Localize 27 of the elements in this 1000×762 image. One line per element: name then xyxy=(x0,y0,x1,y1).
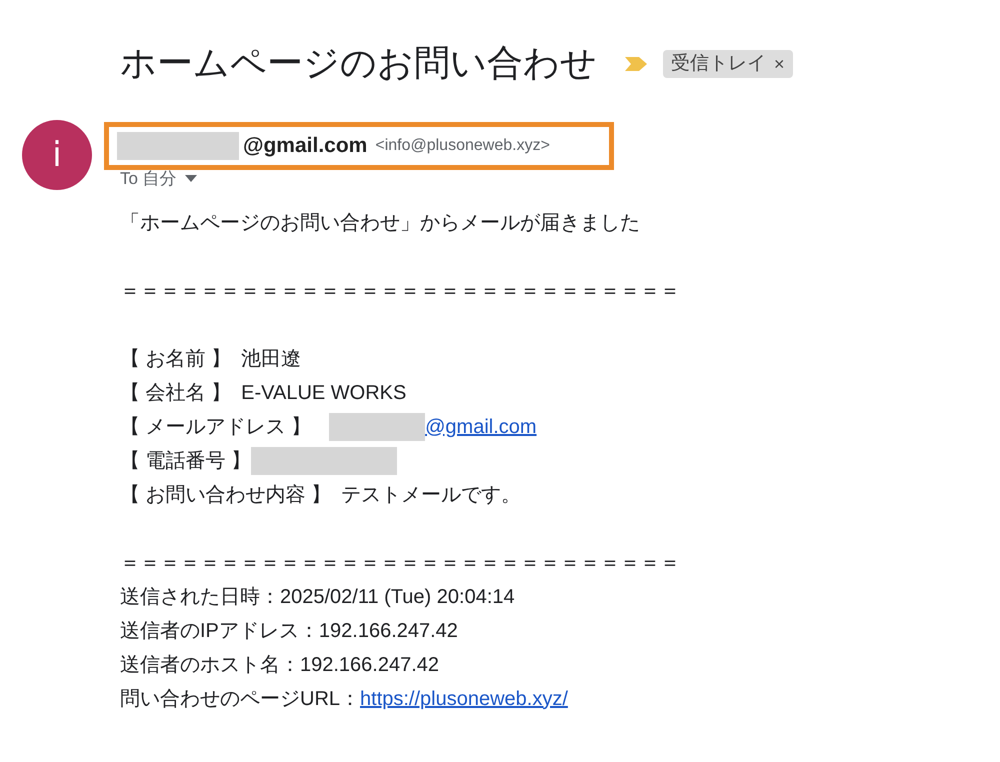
body-text: 送信者のIPアドレス：192.166.247.42 xyxy=(120,618,458,644)
remove-label-button[interactable]: × xyxy=(774,50,785,78)
field-label: 問い合わせのページURL： xyxy=(120,686,360,712)
body-text: ＝＝＝＝＝＝＝＝＝＝＝＝＝＝＝＝＝＝＝＝＝＝＝＝＝＝＝＝ xyxy=(120,550,680,576)
sender-avatar[interactable]: i xyxy=(22,120,92,190)
body-text: 送信者のホスト名：192.166.247.42 xyxy=(120,652,440,678)
dropdown-caret-icon[interactable] xyxy=(184,175,197,182)
body-text: 送信された日時：2025/02/11 (Tue) 20:04:14 xyxy=(120,584,515,610)
label-chip[interactable]: 受信トレイ × xyxy=(663,50,793,78)
email-link[interactable]: @gmail.com xyxy=(425,410,537,444)
field-value: E-VALUE WORKS xyxy=(241,380,406,406)
field-label: 【 会社名 】 xyxy=(120,380,232,406)
email-link[interactable]: https://plusoneweb.xyz/ xyxy=(360,682,568,716)
field-label: 【 電話番号 】 xyxy=(120,448,252,474)
label-chip-text: 受信トレイ xyxy=(671,52,766,76)
field-label: 【 お名前 】 xyxy=(120,346,232,372)
recipient-text: To 自分 xyxy=(120,168,177,190)
sender-name: @gmail.com xyxy=(243,133,368,160)
field-value: 池田遼 xyxy=(241,346,302,372)
field-label: 【 お問い合わせ内容 】 xyxy=(120,482,332,508)
email-subject: ホームページのお問い合わせ xyxy=(120,46,597,82)
body-text: ＝＝＝＝＝＝＝＝＝＝＝＝＝＝＝＝＝＝＝＝＝＝＝＝＝＝＝＝ xyxy=(120,278,680,304)
body-text: 「ホームページのお問い合わせ」からメールが届きました xyxy=(120,210,640,236)
sender-address: <info@plusoneweb.xyz> xyxy=(375,136,550,156)
importance-marker-icon[interactable] xyxy=(625,57,647,71)
field-label: 【 メールアドレス 】 xyxy=(120,414,312,440)
field-value: テストメールです。 xyxy=(341,482,522,508)
